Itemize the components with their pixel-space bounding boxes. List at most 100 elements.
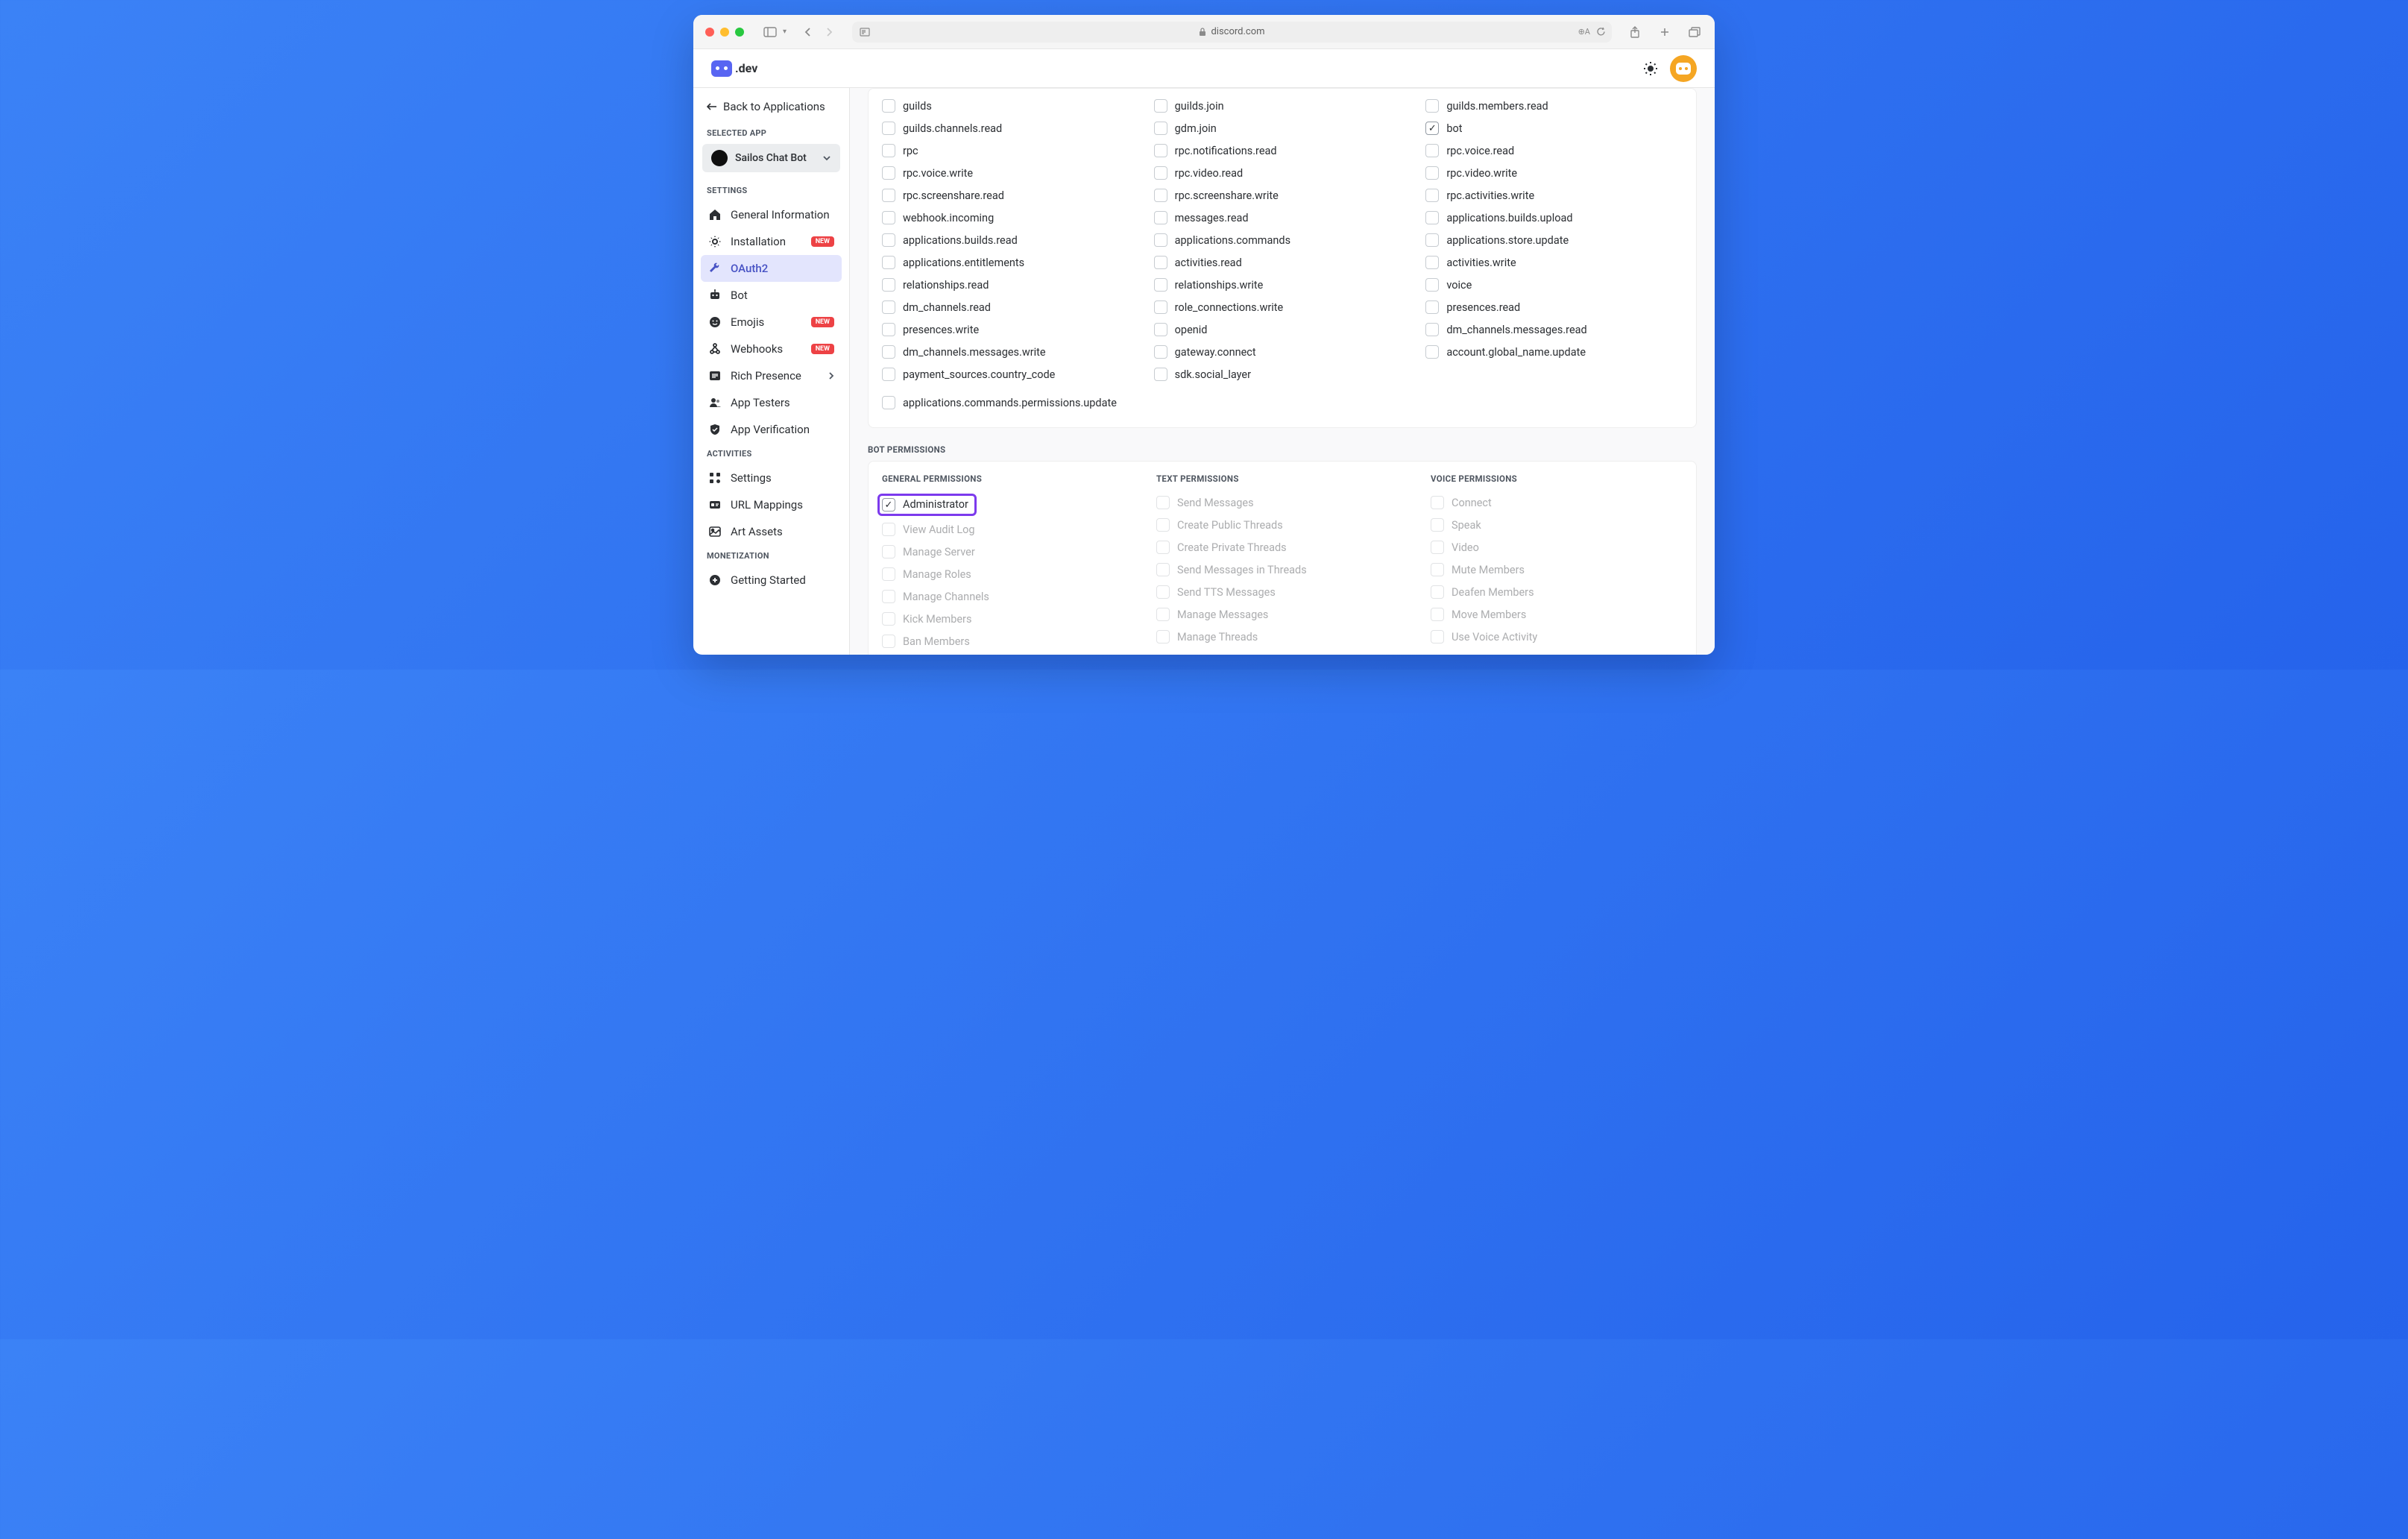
scope-checkbox[interactable]: ✓bot (1425, 117, 1683, 139)
scope-checkbox[interactable]: applications.builds.read (882, 229, 1139, 251)
checkbox-icon (1425, 211, 1439, 224)
scope-checkbox[interactable]: messages.read (1154, 207, 1411, 229)
scope-checkbox[interactable]: dm_channels.read (882, 296, 1139, 318)
share-icon[interactable] (1627, 25, 1643, 40)
nav-art-assets[interactable]: Art Assets (701, 518, 842, 545)
scope-checkbox[interactable]: rpc.video.write (1425, 162, 1683, 184)
checkbox-icon (1156, 630, 1170, 643)
permission-checkbox[interactable]: Send TTS Messages (1156, 581, 1408, 603)
permission-checkbox[interactable]: Connect (1431, 491, 1683, 514)
permission-checkbox[interactable]: Send Messages in Threads (1156, 558, 1408, 581)
scope-checkbox[interactable]: gdm.join (1154, 117, 1411, 139)
permission-checkbox[interactable]: Create Private Threads (1156, 536, 1408, 558)
scope-checkbox[interactable]: account.global_name.update (1425, 341, 1683, 363)
scope-label: rpc.activities.write (1446, 189, 1534, 202)
scope-checkbox[interactable]: applications.builds.upload (1425, 207, 1683, 229)
users-icon (708, 396, 722, 409)
permission-checkbox[interactable]: View Audit Log (882, 518, 1134, 541)
back-button[interactable] (800, 25, 816, 40)
scope-checkbox[interactable]: rpc.notifications.read (1154, 139, 1411, 162)
scope-checkbox[interactable]: guilds.channels.read (882, 117, 1139, 139)
scope-checkbox[interactable]: role_connections.write (1154, 296, 1411, 318)
permission-checkbox[interactable]: Mute Members (1431, 558, 1683, 581)
forward-button[interactable] (821, 25, 837, 40)
permission-checkbox[interactable]: Video (1431, 536, 1683, 558)
scope-checkbox[interactable]: applications.store.update (1425, 229, 1683, 251)
scope-checkbox[interactable]: dm_channels.messages.write (882, 341, 1139, 363)
scope-checkbox[interactable]: rpc.screenshare.write (1154, 184, 1411, 207)
minimize-window-button[interactable] (720, 28, 729, 37)
scope-checkbox[interactable]: rpc.voice.read (1425, 139, 1683, 162)
nav-app-testers[interactable]: App Testers (701, 389, 842, 416)
scope-label: activities.read (1175, 256, 1242, 269)
scope-checkbox[interactable]: rpc.activities.write (1425, 184, 1683, 207)
nav-webhooks[interactable]: Webhooks NEW (701, 336, 842, 362)
scope-checkbox[interactable]: rpc (882, 139, 1139, 162)
scope-checkbox[interactable]: relationships.write (1154, 274, 1411, 296)
app-selector[interactable]: Sailos Chat Bot (702, 144, 840, 172)
permission-checkbox[interactable]: ✓Administrator (882, 491, 1134, 518)
permission-checkbox[interactable]: Manage Messages (1156, 603, 1408, 626)
permission-checkbox[interactable]: Send Messages (1156, 491, 1408, 514)
permission-checkbox[interactable]: Move Members (1431, 603, 1683, 626)
back-to-applications-link[interactable]: Back to Applications (701, 98, 842, 122)
scope-checkbox[interactable]: webhook.incoming (882, 207, 1139, 229)
chevron-down-icon[interactable]: ▾ (783, 28, 787, 36)
permission-checkbox[interactable]: Create Public Threads (1156, 514, 1408, 536)
scope-checkbox[interactable]: applications.commands (1154, 229, 1411, 251)
sidebar-toggle-icon[interactable] (762, 25, 778, 40)
scope-checkbox[interactable]: voice (1425, 274, 1683, 296)
refresh-icon[interactable] (1596, 27, 1606, 37)
scope-checkbox[interactable]: guilds (882, 95, 1139, 117)
permission-checkbox[interactable]: Use Voice Activity (1431, 626, 1683, 648)
maximize-window-button[interactable] (735, 28, 744, 37)
close-window-button[interactable] (705, 28, 714, 37)
permission-checkbox[interactable]: Manage Threads (1156, 626, 1408, 648)
selected-app-heading: SELECTED APP (701, 122, 842, 144)
scope-checkbox[interactable]: activities.read (1154, 251, 1411, 274)
url-bar[interactable]: discord.com ⊕A (852, 22, 1612, 43)
nav-url-mappings[interactable]: URL Mappings (701, 491, 842, 518)
scope-checkbox[interactable]: rpc.voice.write (882, 162, 1139, 184)
reader-mode-icon[interactable] (860, 28, 870, 37)
nav-getting-started[interactable]: Getting Started (701, 567, 842, 594)
nav-oauth2[interactable]: OAuth2 (701, 255, 842, 282)
scope-checkbox[interactable]: relationships.read (882, 274, 1139, 296)
scope-checkbox[interactable]: rpc.video.read (1154, 162, 1411, 184)
scope-checkbox[interactable]: activities.write (1425, 251, 1683, 274)
nav-installation[interactable]: Installation NEW (701, 228, 842, 255)
scope-checkbox[interactable]: guilds.join (1154, 95, 1411, 117)
tabs-icon[interactable] (1686, 25, 1703, 40)
permission-checkbox[interactable]: Manage Server (882, 541, 1134, 563)
scope-label: guilds.channels.read (903, 122, 1002, 135)
nav-app-verification[interactable]: App Verification (701, 416, 842, 443)
scope-checkbox[interactable]: dm_channels.messages.read (1425, 318, 1683, 341)
discord-dev-logo[interactable]: .dev (711, 60, 757, 77)
scope-checkbox[interactable]: presences.read (1425, 296, 1683, 318)
scope-checkbox[interactable]: payment_sources.country_code (882, 363, 1139, 385)
permission-checkbox[interactable]: Kick Members (882, 608, 1134, 630)
permission-checkbox[interactable]: Manage Channels (882, 585, 1134, 608)
scope-checkbox[interactable]: gateway.connect (1154, 341, 1411, 363)
scope-checkbox[interactable]: applications.entitlements (882, 251, 1139, 274)
translate-icon[interactable]: ⊕A (1578, 27, 1590, 37)
theme-toggle-button[interactable] (1643, 61, 1658, 76)
user-avatar[interactable] (1670, 55, 1697, 82)
scope-checkbox[interactable]: openid (1154, 318, 1411, 341)
checkbox-icon (882, 323, 895, 336)
permission-checkbox[interactable]: Ban Members (882, 630, 1134, 652)
nav-activity-settings[interactable]: Settings (701, 465, 842, 491)
permission-checkbox[interactable]: Deafen Members (1431, 581, 1683, 603)
permission-checkbox[interactable]: Manage Roles (882, 563, 1134, 585)
scope-checkbox[interactable]: guilds.members.read (1425, 95, 1683, 117)
scope-checkbox[interactable]: sdk.social_layer (1154, 363, 1411, 385)
nav-emojis[interactable]: Emojis NEW (701, 309, 842, 336)
nav-bot[interactable]: Bot (701, 282, 842, 309)
scope-checkbox[interactable]: rpc.screenshare.read (882, 184, 1139, 207)
scope-checkbox[interactable]: presences.write (882, 318, 1139, 341)
scope-checkbox[interactable]: applications.commands.permissions.update (882, 391, 1683, 414)
nav-general-information[interactable]: General Information (701, 201, 842, 228)
new-tab-icon[interactable] (1657, 25, 1673, 40)
permission-checkbox[interactable]: Speak (1431, 514, 1683, 536)
nav-rich-presence[interactable]: Rich Presence (701, 362, 842, 389)
